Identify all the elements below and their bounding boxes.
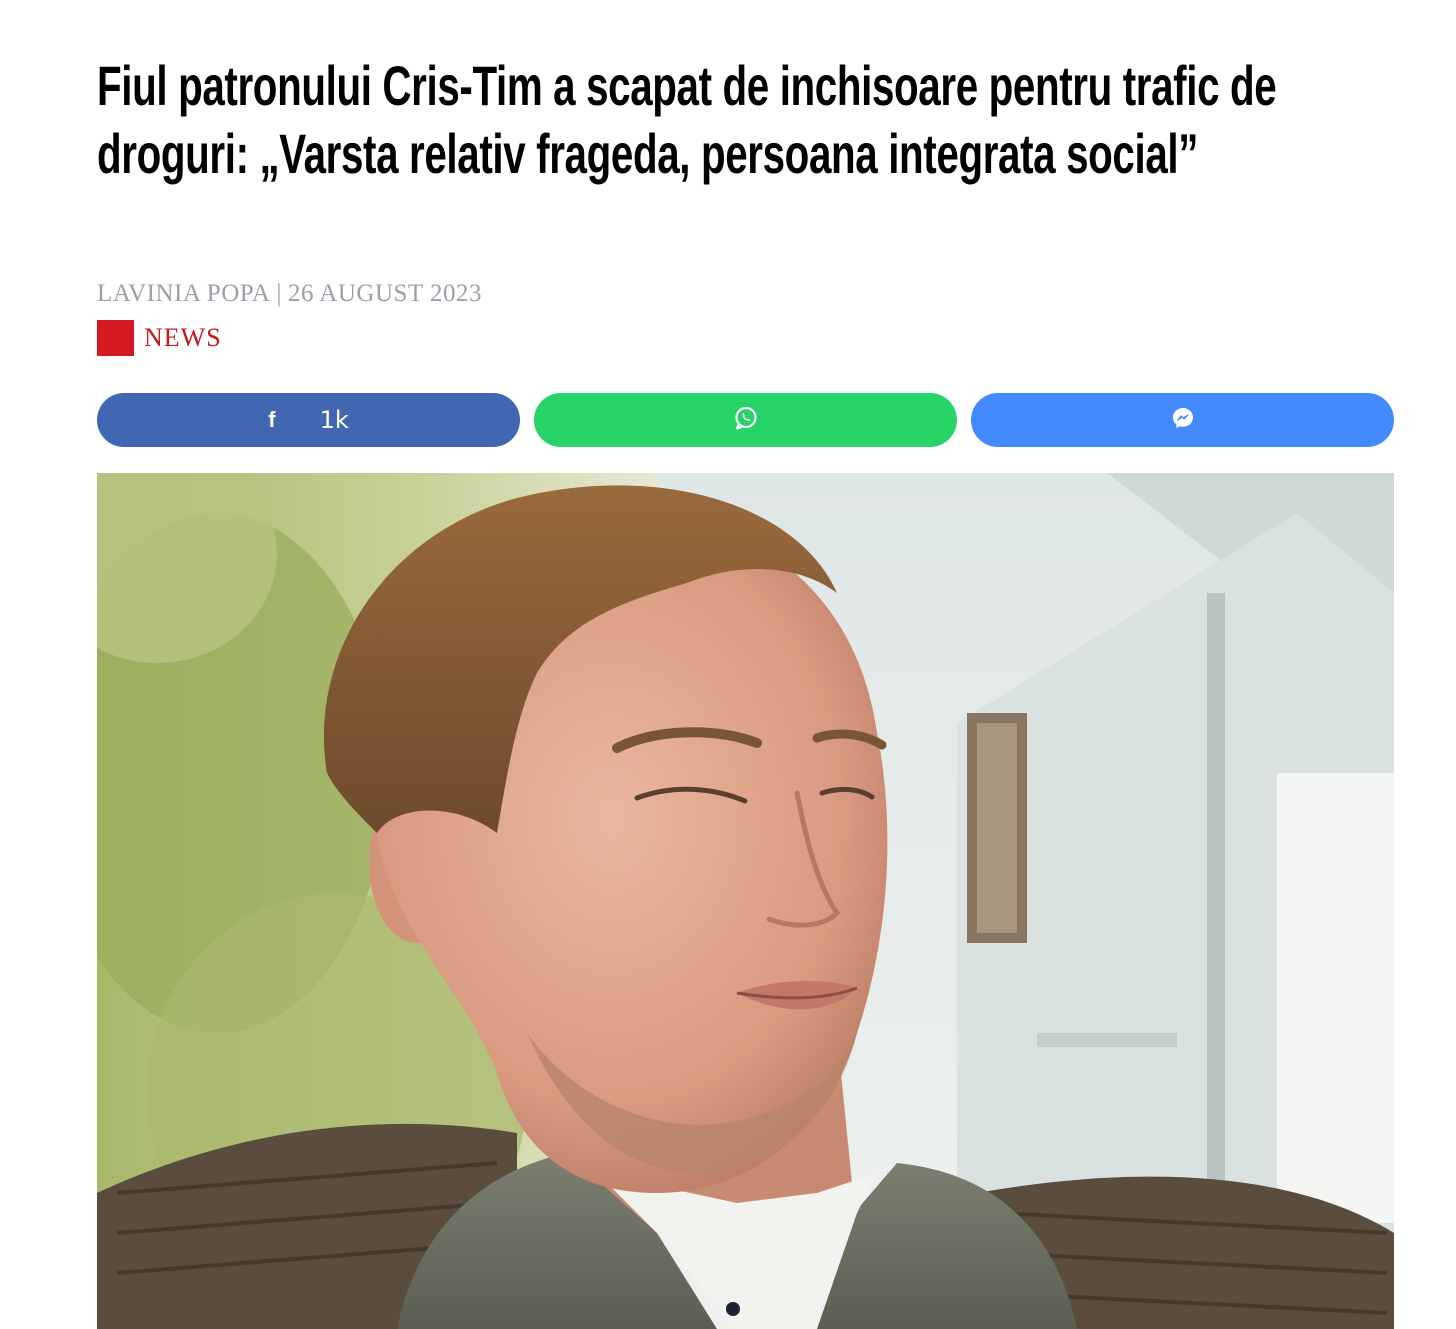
category-label[interactable]: NEWS xyxy=(144,323,222,353)
facebook-share-button[interactable]: f 1k xyxy=(97,393,520,447)
category-tag[interactable]: NEWS xyxy=(97,320,222,356)
messenger-share-button[interactable] xyxy=(971,393,1394,447)
category-color-square xyxy=(97,320,134,356)
byline-separator: | xyxy=(276,280,282,307)
portrait-photo xyxy=(97,473,1394,1329)
whatsapp-icon xyxy=(733,405,759,436)
facebook-share-count: 1k xyxy=(319,406,349,434)
hero-photo xyxy=(97,473,1394,1329)
publish-date: 26 AUGUST 2023 xyxy=(287,280,482,307)
messenger-icon xyxy=(1170,405,1196,436)
share-bar: f 1k xyxy=(97,393,1394,447)
article-byline: LAVINIA POPA | 26 AUGUST 2023 xyxy=(97,280,482,308)
article-title: Fiul patronului Cris-Tim a scapat de inc… xyxy=(97,54,1277,185)
author-name[interactable]: LAVINIA POPA xyxy=(97,280,270,307)
facebook-icon: f xyxy=(268,407,276,432)
whatsapp-share-button[interactable] xyxy=(534,393,957,447)
